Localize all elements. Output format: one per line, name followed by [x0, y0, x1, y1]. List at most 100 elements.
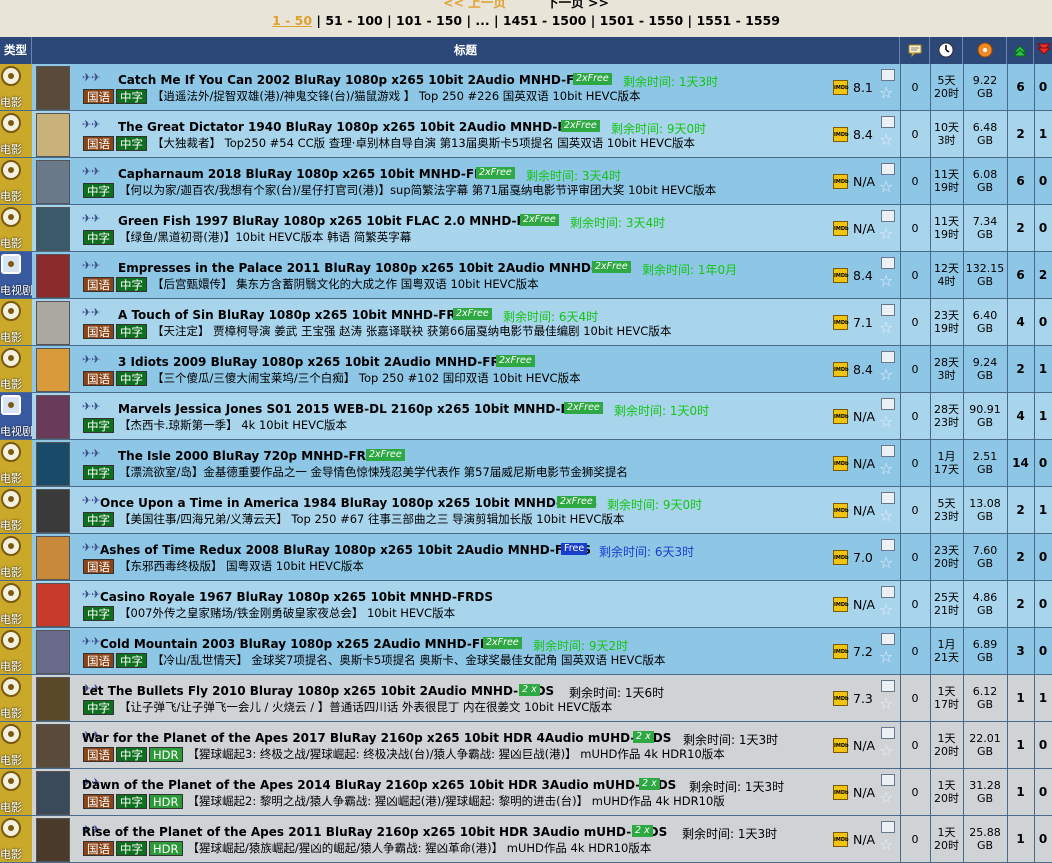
seeders-count[interactable]: 6 — [1007, 64, 1034, 110]
comment-count[interactable]: 0 — [900, 111, 930, 157]
poster-thumbnail[interactable] — [36, 113, 70, 157]
download-icon[interactable] — [881, 680, 895, 692]
page-range-link[interactable]: 1551 - 1559 — [696, 13, 779, 28]
category-badge[interactable]: 电影 — [0, 64, 32, 110]
comment-count[interactable]: 0 — [900, 487, 930, 533]
category-badge[interactable]: 电影 — [0, 628, 32, 674]
seeders-count[interactable]: 2 — [1007, 205, 1034, 251]
col-title[interactable]: 标题 — [32, 37, 900, 64]
bookmark-star-icon[interactable]: ☆ — [879, 179, 893, 195]
seeders-count[interactable]: 2 — [1007, 346, 1034, 392]
category-badge[interactable]: 电影 — [0, 299, 32, 345]
torrent-title-link[interactable]: Marvels Jessica Jones S01 2015 WEB-DL 21… — [118, 402, 597, 416]
leechers-count[interactable]: 0 — [1034, 722, 1052, 768]
category-badge[interactable]: 电影 — [0, 581, 32, 627]
seeders-count[interactable]: 1 — [1007, 769, 1034, 815]
seeders-count[interactable]: 3 — [1007, 628, 1034, 674]
poster-thumbnail[interactable] — [36, 677, 70, 721]
seeders-count[interactable]: 1 — [1007, 722, 1034, 768]
col-comments[interactable] — [900, 37, 930, 64]
bookmark-star-icon[interactable]: ☆ — [879, 602, 893, 618]
category-badge[interactable]: 电影 — [0, 205, 32, 251]
torrent-title-link[interactable]: A Touch of Sin BluRay 1080p x265 10bit M… — [118, 308, 474, 322]
poster-thumbnail[interactable] — [36, 818, 70, 862]
torrent-title-link[interactable]: Dawn of the Planet of the Apes 2014 BluR… — [82, 778, 676, 792]
bookmark-star-icon[interactable]: ☆ — [879, 85, 893, 101]
page-range-link[interactable]: 1451 - 1500 — [503, 13, 586, 28]
seeders-count[interactable]: 4 — [1007, 299, 1034, 345]
poster-thumbnail[interactable] — [36, 301, 70, 345]
download-icon[interactable] — [881, 539, 895, 551]
torrent-title-link[interactable]: The Great Dictator 1940 BluRay 1080p x26… — [118, 120, 593, 134]
download-icon[interactable] — [881, 116, 895, 128]
bookmark-star-icon[interactable]: ☆ — [879, 696, 893, 712]
poster-thumbnail[interactable] — [36, 724, 70, 768]
category-badge[interactable]: 电影 — [0, 722, 32, 768]
torrent-title-link[interactable]: Casino Royale 1967 BluRay 1080p x265 10b… — [100, 590, 493, 604]
leechers-count[interactable]: 1 — [1034, 393, 1052, 439]
poster-thumbnail[interactable] — [36, 630, 70, 674]
bookmark-star-icon[interactable]: ☆ — [879, 320, 893, 336]
torrent-title-link[interactable]: Empresses in the Palace 2011 BluRay 1080… — [118, 261, 632, 275]
leechers-count[interactable]: 1 — [1034, 487, 1052, 533]
leechers-count[interactable]: 0 — [1034, 64, 1052, 110]
category-badge[interactable]: 电视剧 — [0, 393, 32, 439]
category-badge[interactable]: 电影 — [0, 111, 32, 157]
category-badge[interactable]: 电影 — [0, 487, 32, 533]
comment-count[interactable]: 0 — [900, 299, 930, 345]
category-badge[interactable]: 电影 — [0, 769, 32, 815]
current-page-range[interactable]: 1 - 50 — [272, 13, 312, 28]
poster-thumbnail[interactable] — [36, 583, 70, 627]
leechers-count[interactable]: 0 — [1034, 816, 1052, 862]
comment-count[interactable]: 0 — [900, 346, 930, 392]
poster-thumbnail[interactable] — [36, 771, 70, 815]
torrent-title-link[interactable]: Catch Me If You Can 2002 BluRay 1080p x2… — [118, 73, 602, 87]
leechers-count[interactable]: 1 — [1034, 346, 1052, 392]
leechers-count[interactable]: 0 — [1034, 534, 1052, 580]
category-badge[interactable]: 电影 — [0, 675, 32, 721]
comment-count[interactable]: 0 — [900, 816, 930, 862]
download-icon[interactable] — [881, 304, 895, 316]
poster-thumbnail[interactable] — [36, 66, 70, 110]
comment-count[interactable]: 0 — [900, 205, 930, 251]
seeders-count[interactable]: 1 — [1007, 675, 1034, 721]
poster-thumbnail[interactable] — [36, 536, 70, 580]
seeders-count[interactable]: 14 — [1007, 440, 1034, 486]
download-icon[interactable] — [881, 727, 895, 739]
bookmark-star-icon[interactable]: ☆ — [879, 132, 893, 148]
download-icon[interactable] — [881, 69, 895, 81]
leechers-count[interactable]: 0 — [1034, 158, 1052, 204]
comment-count[interactable]: 0 — [900, 252, 930, 298]
torrent-title-link[interactable]: Ashes of Time Redux 2008 BluRay 1080p x2… — [100, 543, 591, 557]
seeders-count[interactable]: 2 — [1007, 581, 1034, 627]
category-badge[interactable]: 电影 — [0, 158, 32, 204]
bookmark-star-icon[interactable]: ☆ — [879, 743, 893, 759]
leechers-count[interactable]: 0 — [1034, 205, 1052, 251]
poster-thumbnail[interactable] — [36, 207, 70, 251]
comment-count[interactable]: 0 — [900, 534, 930, 580]
prev-page-link[interactable]: << 上一页 — [443, 0, 506, 10]
poster-thumbnail[interactable] — [36, 348, 70, 392]
download-icon[interactable] — [881, 586, 895, 598]
seeders-count[interactable]: 6 — [1007, 158, 1034, 204]
bookmark-star-icon[interactable]: ☆ — [879, 790, 893, 806]
col-seeders[interactable] — [1007, 37, 1034, 64]
category-badge[interactable]: 电影 — [0, 816, 32, 862]
bookmark-star-icon[interactable]: ☆ — [879, 649, 893, 665]
poster-thumbnail[interactable] — [36, 442, 70, 486]
torrent-title-link[interactable]: War for the Planet of the Apes 2017 BluR… — [82, 731, 671, 745]
leechers-count[interactable]: 2 — [1034, 252, 1052, 298]
torrent-title-link[interactable]: The Isle 2000 BluRay 720p MNHD-FRDS — [118, 449, 384, 463]
download-icon[interactable] — [881, 351, 895, 363]
col-type[interactable]: 类型 — [0, 37, 32, 64]
comment-count[interactable]: 0 — [900, 158, 930, 204]
page-range-link[interactable]: 101 - 150 — [396, 13, 462, 28]
bookmark-star-icon[interactable]: ☆ — [879, 226, 893, 242]
next-page-link[interactable]: 下一页 >> — [546, 0, 609, 10]
page-range-link[interactable]: 51 - 100 — [325, 13, 382, 28]
download-icon[interactable] — [881, 492, 895, 504]
torrent-title-link[interactable]: Cold Mountain 2003 BluRay 1080p x265 2Au… — [100, 637, 508, 651]
download-icon[interactable] — [881, 210, 895, 222]
comment-count[interactable]: 0 — [900, 675, 930, 721]
torrent-title-link[interactable]: Once Upon a Time in America 1984 BluRay … — [100, 496, 597, 510]
